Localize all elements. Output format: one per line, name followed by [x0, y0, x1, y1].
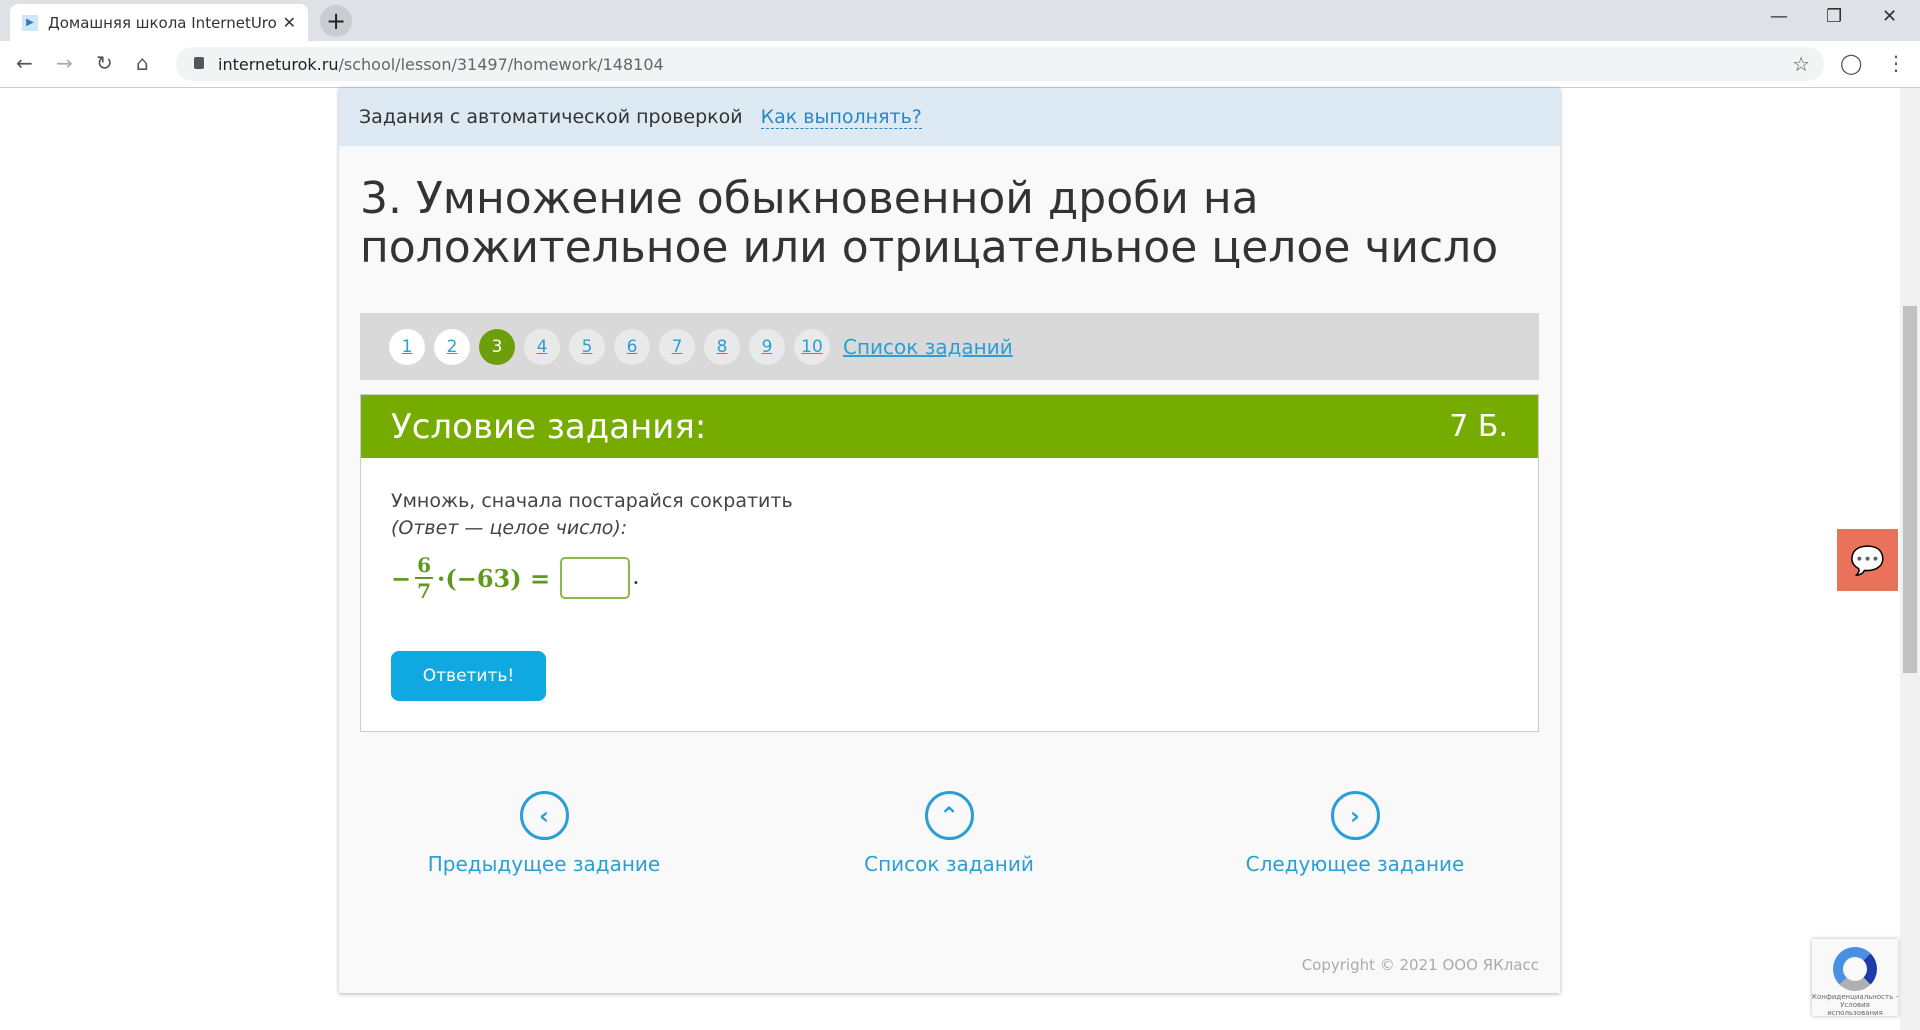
page-10[interactable]: 10	[794, 328, 830, 365]
tab-title: Домашняя школа InternetUrok.ru	[48, 13, 277, 32]
answer-input[interactable]	[560, 557, 631, 599]
math-expression: − 6 7 ·(−63) = .	[391, 553, 639, 603]
copyright: Copyright © 2021 ООО ЯКласс	[1301, 956, 1539, 974]
chevron-up-icon: ⌃	[924, 791, 974, 840]
page-5[interactable]: 5	[569, 328, 605, 365]
task-condition: Умножь, сначала постарайся сократить (От…	[391, 488, 793, 542]
url-input[interactable]: interneturok.ru/school/lesson/31497/home…	[176, 47, 1824, 81]
scrollbar[interactable]	[1900, 88, 1920, 1030]
how-to-link[interactable]: Как выполнять?	[760, 106, 922, 129]
url-path: /school/lesson/31497/homework/148104	[338, 54, 664, 74]
page-8[interactable]: 8	[704, 328, 740, 365]
auto-check-strip: Задания с автоматической проверкой Как в…	[339, 88, 1560, 146]
chat-icon: 💬	[1850, 543, 1885, 577]
fraction: 6 7	[415, 553, 434, 603]
page-9[interactable]: 9	[749, 328, 785, 365]
next-task-label: Следующее задание	[1245, 852, 1465, 876]
reload-icon[interactable]: ↻	[96, 51, 113, 75]
address-bar-row: ← → ↻ ⌂ interneturok.ru/school/lesson/31…	[0, 41, 1920, 88]
tab-bar: ▶ Домашняя школа InternetUrok.ru ✕ + — ❐…	[0, 0, 1920, 41]
task-list-nav-link[interactable]: ⌃ Список заданий	[799, 791, 1099, 876]
recaptcha-icon	[1833, 947, 1877, 991]
submit-button[interactable]: Ответить!	[391, 651, 546, 701]
denominator: 7	[417, 579, 432, 603]
browser-tab[interactable]: ▶ Домашняя школа InternetUrok.ru ✕	[10, 4, 308, 41]
lock-icon	[194, 57, 204, 69]
page-6[interactable]: 6	[614, 328, 650, 365]
page-3[interactable]: 3	[479, 328, 515, 365]
task-text: Умножь, сначала постарайся сократить	[391, 490, 793, 512]
restore-icon[interactable]: ❐	[1826, 6, 1842, 27]
task-list-link[interactable]: Список заданий	[843, 335, 1013, 359]
close-tab-icon[interactable]: ✕	[283, 13, 296, 32]
close-window-icon[interactable]: ✕	[1882, 6, 1897, 27]
page-1[interactable]: 1	[389, 328, 425, 365]
home-icon[interactable]: ⌂	[136, 51, 149, 75]
task-list-label: Список заданий	[864, 852, 1034, 876]
page-2[interactable]: 2	[434, 328, 470, 365]
math-sign: −	[391, 563, 412, 593]
back-icon[interactable]: ←	[16, 51, 33, 75]
menu-icon[interactable]: ⋮	[1886, 51, 1906, 75]
task-header: Условие задания: 7 Б.	[361, 395, 1538, 458]
math-rest: ·(−63) =	[437, 563, 551, 593]
task-hint: (Ответ — целое число):	[391, 517, 628, 539]
recaptcha-text[interactable]: Конфиденциальность - Условия использован…	[1812, 993, 1898, 1017]
task-header-title: Условие задания:	[391, 406, 707, 447]
favicon-icon: ▶	[22, 14, 38, 31]
forward-icon[interactable]: →	[56, 51, 73, 75]
prev-task-link[interactable]: ‹ Предыдущее задание	[394, 791, 694, 876]
math-end: .	[633, 568, 639, 588]
chevron-left-icon: ‹	[519, 791, 569, 840]
task-box: Условие задания: 7 Б. Умножь, сначала по…	[360, 394, 1539, 732]
page-4[interactable]: 4	[524, 328, 560, 365]
page: Задания с автоматической проверкой Как в…	[0, 88, 1900, 1030]
numerator: 6	[415, 553, 434, 579]
scrollbar-thumb[interactable]	[1903, 306, 1917, 673]
recaptcha-badge[interactable]: Конфиденциальность - Условия использован…	[1812, 939, 1898, 1017]
chat-button[interactable]: 💬	[1837, 529, 1898, 591]
profile-icon[interactable]: ◯	[1840, 51, 1862, 75]
homework-card: Задания с автоматической проверкой Как в…	[339, 88, 1560, 993]
url-domain: interneturok.ru	[218, 54, 339, 74]
task-pager: 1 2 3 4 5 6 7 8 9 10 Список заданий	[360, 313, 1539, 380]
page-7[interactable]: 7	[659, 328, 695, 365]
task-points: 7 Б.	[1449, 409, 1508, 444]
minimize-icon[interactable]: —	[1770, 6, 1788, 27]
page-title: 3. Умножение обыкновенной дроби на полож…	[360, 173, 1499, 273]
chevron-right-icon: ›	[1330, 791, 1380, 840]
strip-label: Задания с автоматической проверкой	[359, 106, 743, 128]
next-task-link[interactable]: › Следующее задание	[1205, 791, 1505, 876]
star-icon[interactable]: ☆	[1792, 52, 1810, 76]
new-tab-button[interactable]: +	[320, 5, 352, 37]
prev-task-label: Предыдущее задание	[427, 852, 661, 876]
